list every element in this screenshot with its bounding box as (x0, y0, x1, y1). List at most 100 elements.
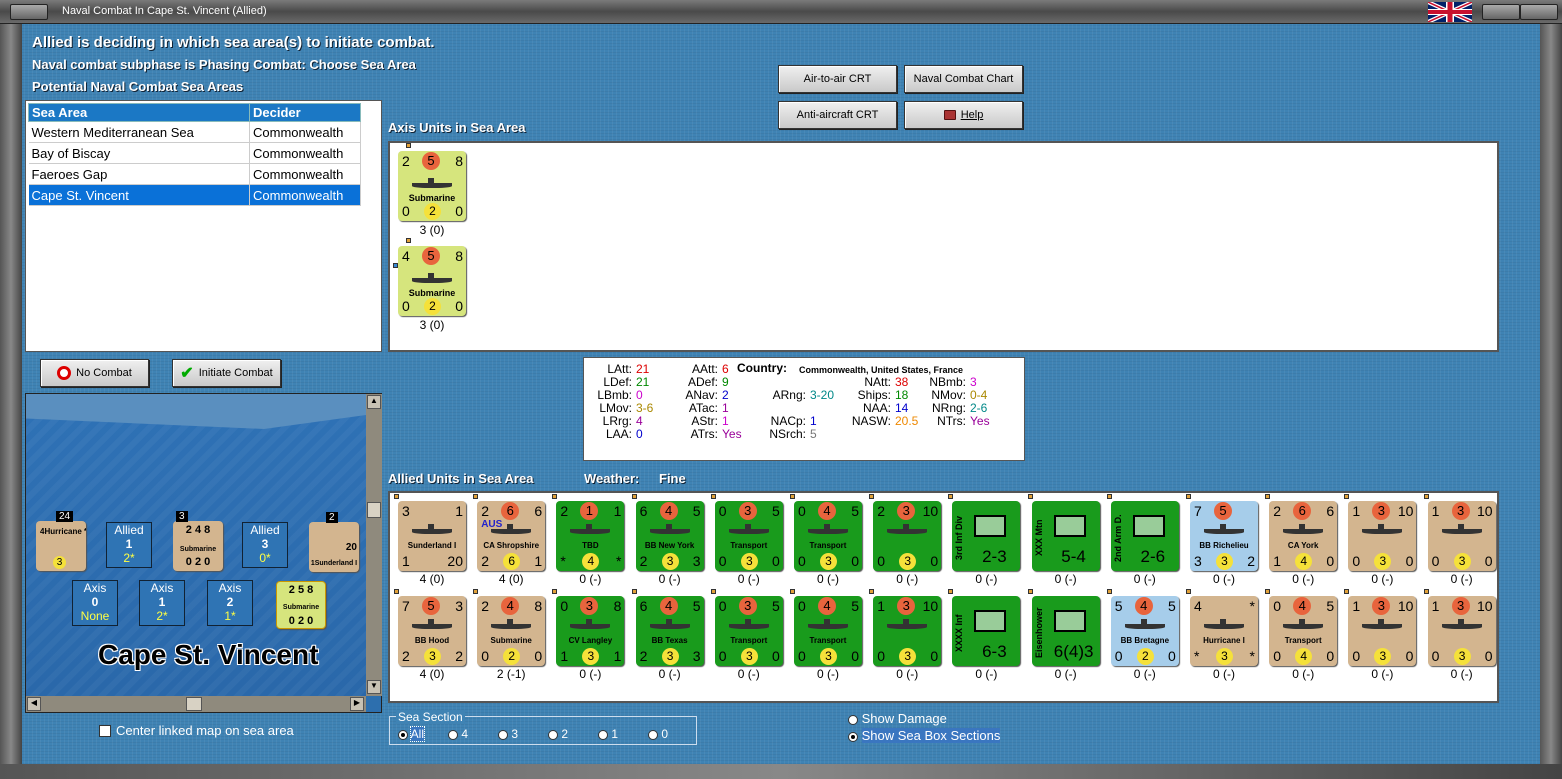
sunderland-counter[interactable]: 1Sunderland I 20 (309, 522, 359, 572)
counter-value: 7 (1194, 503, 1202, 519)
option-3[interactable]: 3 (498, 727, 548, 741)
scroll-right-icon[interactable]: ▶ (350, 697, 364, 711)
unit-counter[interactable]: 2 4 8 Submarine 0 2 0 (477, 596, 546, 666)
ship-icon (1204, 619, 1244, 629)
unit-counter[interactable]: 2 6 6 CA Shropshire 2 6 1 AUS (477, 501, 546, 571)
unit-counter[interactable]: 0 3 5 Transport 0 3 0 (714, 596, 783, 666)
unit-counter[interactable]: 6 4 5 BB New York 2 3 3 (635, 501, 704, 571)
unit-counter[interactable]: 0 3 5 Transport 0 3 0 (714, 501, 783, 571)
sea-box-allied-3[interactable]: Allied 3 0* (242, 522, 288, 568)
unit-counter[interactable]: 3 1 Sunderland I 1 20 (398, 501, 466, 571)
unit-strength: 3 (0) (419, 318, 445, 332)
checkbox-box[interactable] (99, 724, 111, 737)
unit-counter[interactable]: XXXX Inf 6-3 (952, 596, 1021, 666)
scroll-thumb[interactable] (367, 502, 381, 518)
show-damage-radio[interactable]: Show Damage (848, 711, 947, 726)
col-decider[interactable]: Decider (249, 103, 361, 122)
sea-box-axis-2[interactable]: Axis 2 1* (207, 580, 253, 626)
counter-value: 0 (1405, 553, 1414, 569)
initiate-combat-button[interactable]: ✔ Initiate Combat (172, 359, 281, 387)
unit-counter[interactable]: 0 4 5 Transport 0 4 0 (1269, 596, 1338, 666)
unit-counter[interactable]: 0 4 5 Transport 0 3 0 (794, 501, 862, 571)
unit-counter[interactable]: 458 Submarine 020 (398, 246, 466, 316)
option-2[interactable]: 2 (548, 727, 598, 741)
unit-counter[interactable]: 1 3 10 0 3 0 (1348, 596, 1417, 666)
air-to-air-crt-button[interactable]: Air-to-air CRT (778, 65, 897, 93)
unit-counter[interactable]: 1 3 10 0 3 0 (873, 596, 942, 666)
unit-counter[interactable]: 1 3 10 0 3 0 (1348, 501, 1417, 571)
unit-counter[interactable]: XXX Mtn 5-4 (1031, 501, 1100, 571)
sea-box-axis-1[interactable]: Axis 1 2* (139, 580, 185, 626)
counter-name: XXXX Inf (954, 614, 965, 652)
marker-icon (406, 143, 411, 148)
counter-name: TBD (582, 541, 599, 550)
box-sub: 1* (224, 609, 236, 623)
unit-counter[interactable]: 3rd Inf Div 2-3 (952, 501, 1021, 571)
counter-value: 4 (1295, 648, 1313, 665)
marker-icon (1423, 494, 1429, 499)
unit-counter[interactable]: 2 6 6 CA York 1 4 0 (1269, 501, 1338, 571)
option-1[interactable]: 1 (598, 727, 648, 741)
unit-counter[interactable]: 7 5 3 BB Hood 2 3 2 (398, 596, 466, 666)
table-row-selected[interactable]: Cape St. Vincent Commonwealth (28, 184, 361, 206)
system-menu-button[interactable] (10, 4, 48, 20)
option-all[interactable]: All (398, 726, 448, 742)
center-map-checkbox[interactable]: Center linked map on sea area (99, 723, 294, 738)
unit-counter[interactable]: 1 3 10 0 3 0 (1427, 501, 1496, 571)
unit-counter[interactable]: 7 5 BB Richelieu 3 3 2 (1190, 501, 1258, 571)
help-button[interactable]: Help (904, 101, 1023, 129)
scroll-down-icon[interactable]: ▼ (367, 680, 381, 694)
axis-submarine-counter[interactable]: 2 5 8 Submarine 0 2 0 (276, 581, 326, 629)
unit-counter[interactable]: Eisenhower 6(4)3 (1031, 596, 1100, 666)
unit-counter[interactable]: 258 Submarine 020 (398, 151, 466, 221)
counter-value: * (1249, 598, 1255, 614)
counter-name: Eisenhower (1033, 607, 1044, 659)
marker-icon (948, 494, 954, 499)
counter-value: 0 (1352, 553, 1361, 569)
unit-counter[interactable]: 6 4 5 BB Texas 2 3 3 (635, 596, 704, 666)
option-4[interactable]: 4 (448, 727, 498, 741)
unit-counter[interactable]: 1 3 10 0 3 0 (1427, 596, 1496, 666)
unit-counter[interactable]: 5 4 5 BB Bretagne 0 2 0 (1110, 596, 1179, 666)
counter-value: 5 (1168, 598, 1176, 614)
submarine-icon (412, 273, 452, 283)
table-row[interactable]: Bay of Biscay Commonwealth (28, 142, 361, 164)
axis-units-panel: 258 Submarine 020 3 (0) 458 Submarine 02… (388, 141, 1499, 352)
map-vertical-scrollbar[interactable]: ▲ ▼ (366, 394, 382, 696)
box-number: 3 (261, 537, 269, 551)
stat-key: ARng: (772, 388, 806, 402)
list-heading: Potential Naval Combat Sea Areas (32, 79, 244, 94)
minimize-button[interactable] (1482, 4, 1520, 20)
unit-counter[interactable]: 4 * Hurricane I * 3 * (1190, 596, 1258, 666)
table-row[interactable]: Faeroes Gap Commonwealth (28, 163, 361, 185)
unit-counter[interactable]: 2 3 10 0 3 0 (873, 501, 942, 571)
unit-strength: 0 (-) (737, 572, 760, 586)
show-sections-radio[interactable]: Show Sea Box Sections (848, 728, 1001, 743)
scroll-thumb[interactable] (186, 697, 202, 711)
counter-value: 0 (798, 648, 806, 664)
naval-combat-chart-button[interactable]: Naval Combat Chart (904, 65, 1023, 93)
hurricane-counter[interactable]: 4Hurricane * 3 (36, 521, 86, 571)
col-sea-area[interactable]: Sea Area (28, 103, 250, 122)
sea-box-axis-0[interactable]: Axis 0 None (72, 580, 118, 626)
counter-name: BB Hood (414, 636, 450, 645)
scroll-up-icon[interactable]: ▲ (367, 395, 381, 409)
table-row[interactable]: Western Mediterranean Sea Commonwealth (28, 121, 361, 143)
submarine-counter[interactable]: 2 4 8 Submarine 0 2 0 (173, 521, 223, 571)
sea-box-allied-1[interactable]: Allied 1 2* (106, 522, 152, 568)
counter-value: 6-3 (982, 642, 1007, 661)
unit-counter[interactable]: 0 4 5 Transport 0 3 0 (794, 596, 862, 666)
close-button[interactable] (1520, 4, 1558, 20)
counter-name: CA York (1287, 541, 1319, 550)
anti-aircraft-crt-button[interactable]: Anti-aircraft CRT (778, 101, 897, 129)
counter-value: 3 (692, 648, 701, 664)
counter-value: 10 (1477, 503, 1493, 519)
option-0[interactable]: 0 (648, 727, 688, 741)
unit-counter[interactable]: 2 1 1 TBD * 4 * (556, 501, 625, 571)
group-title: Sea Section (396, 710, 465, 724)
no-combat-button[interactable]: No Combat (40, 359, 149, 387)
map-horizontal-scrollbar[interactable]: ◀ ▶ (26, 696, 366, 712)
scroll-left-icon[interactable]: ◀ (27, 697, 41, 711)
unit-counter[interactable]: 2nd Arm D. 2-6 (1110, 501, 1179, 571)
unit-counter[interactable]: 0 3 8 CV Langley 1 3 1 (556, 596, 625, 666)
